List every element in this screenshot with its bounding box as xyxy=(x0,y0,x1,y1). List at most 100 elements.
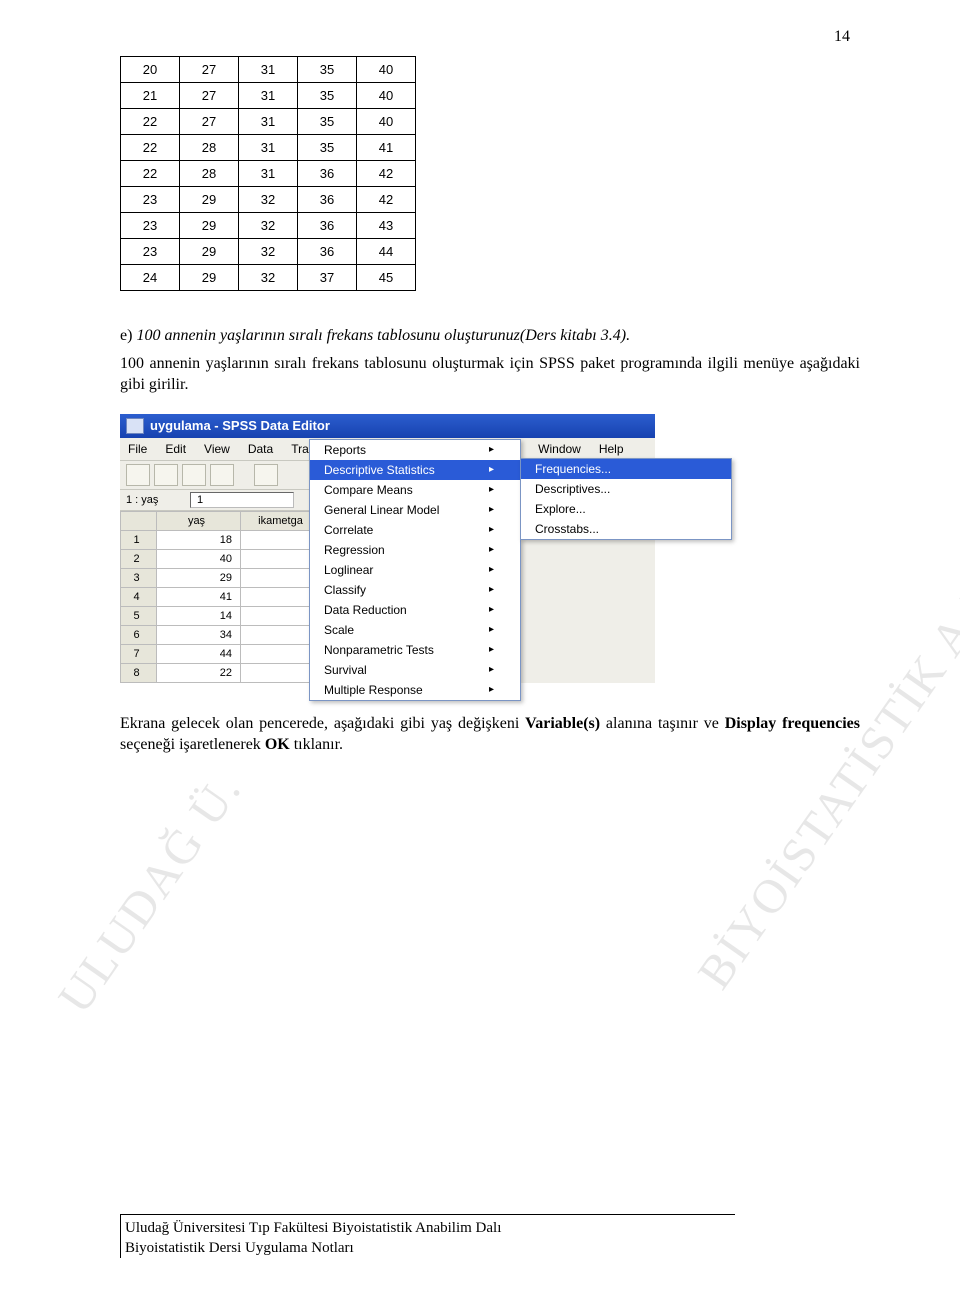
submenu-item-crosstabs[interactable]: Crosstabs... xyxy=(521,519,731,539)
data-cell: 27 xyxy=(180,57,239,83)
analyze-dropdown[interactable]: Frequencies...Descriptives...Explore...C… xyxy=(309,439,521,701)
submenu-item-explore[interactable]: Explore... xyxy=(521,499,731,519)
data-cell: 22 xyxy=(121,161,180,187)
data-cell: 32 xyxy=(239,239,298,265)
row-header[interactable]: 7 xyxy=(121,644,157,663)
data-cell: 23 xyxy=(121,187,180,213)
grid-cell[interactable]: 34 xyxy=(157,625,241,644)
data-cell: 32 xyxy=(239,265,298,291)
data-cell: 36 xyxy=(298,239,357,265)
analyze-item-reports[interactable]: Reports▸ xyxy=(310,440,520,460)
data-cell: 23 xyxy=(121,239,180,265)
data-cell: 27 xyxy=(180,83,239,109)
data-table: 2027313540212731354022273135402228313541… xyxy=(120,56,416,291)
data-cell: 32 xyxy=(239,187,298,213)
grid-cell[interactable]: 44 xyxy=(157,644,241,663)
analyze-item-nonparametric-tests[interactable]: Nonparametric Tests▸ xyxy=(310,640,520,660)
grid-cell[interactable]: 14 xyxy=(157,606,241,625)
cell-ref-label: 1 : yaş xyxy=(126,494,190,506)
row-header[interactable]: 6 xyxy=(121,625,157,644)
analyze-item-correlate[interactable]: Correlate▸ xyxy=(310,520,520,540)
grid-cell[interactable]: 40 xyxy=(157,549,241,568)
data-cell: 43 xyxy=(357,213,416,239)
submenu-arrow-icon: ▸ xyxy=(489,684,494,695)
data-cell: 40 xyxy=(357,57,416,83)
row-header[interactable]: 1 xyxy=(121,530,157,549)
analyze-item-survival[interactable]: Survival▸ xyxy=(310,660,520,680)
toolbar-btn-dialog[interactable] xyxy=(210,464,234,486)
analyze-item-descriptive-statistics[interactable]: Descriptive Statistics▸ xyxy=(310,460,520,480)
analyze-item-classify[interactable]: Classify▸ xyxy=(310,580,520,600)
submenu-arrow-icon: ▸ xyxy=(489,504,494,515)
data-cell: 45 xyxy=(357,265,416,291)
watermark-bottom: ULUDAĞ Ü. xyxy=(47,763,252,1023)
row-header[interactable]: 5 xyxy=(121,606,157,625)
paragraph-result: Ekrana gelecek olan pencerede, aşağıdaki… xyxy=(120,713,860,756)
grid-cell[interactable]: 22 xyxy=(157,663,241,682)
data-cell: 31 xyxy=(239,57,298,83)
toolbar-btn-undo[interactable] xyxy=(254,464,278,486)
watermark-top: BİYOİSTATİSTİK A.D. xyxy=(686,552,960,999)
grid-cell[interactable]: 29 xyxy=(157,568,241,587)
spss-window: uygulama - SPSS Data Editor File Edit View… xyxy=(120,414,655,683)
menu-window[interactable]: Window xyxy=(538,442,581,456)
analyze-item-multiple-response[interactable]: Multiple Response▸ xyxy=(310,680,520,700)
col-header-yas[interactable]: yaş xyxy=(157,511,241,530)
menu-data[interactable]: Data xyxy=(248,442,273,456)
data-cell: 27 xyxy=(180,109,239,135)
cell-value[interactable]: 1 xyxy=(190,492,294,508)
descriptive-submenu[interactable]: Frequencies...Descriptives...Explore...C… xyxy=(520,458,732,540)
submenu-arrow-icon: ▸ xyxy=(489,644,494,655)
submenu-item-frequencies[interactable]: Frequencies... xyxy=(521,459,731,479)
analyze-item-scale[interactable]: Scale▸ xyxy=(310,620,520,640)
data-cell: 40 xyxy=(357,109,416,135)
page-number: 14 xyxy=(834,28,850,46)
data-cell: 29 xyxy=(180,187,239,213)
data-cell: 44 xyxy=(357,239,416,265)
data-cell: 29 xyxy=(180,265,239,291)
corner-cell xyxy=(121,511,157,530)
data-cell: 40 xyxy=(357,83,416,109)
analyze-item-compare-means[interactable]: Compare Means▸ xyxy=(310,480,520,500)
data-cell: 36 xyxy=(298,161,357,187)
submenu-arrow-icon: ▸ xyxy=(489,464,494,475)
grid-cell[interactable]: 41 xyxy=(157,587,241,606)
spss-title-text: uygulama - SPSS Data Editor xyxy=(150,418,330,433)
data-cell: 29 xyxy=(180,213,239,239)
row-header[interactable]: 3 xyxy=(121,568,157,587)
row-header[interactable]: 8 xyxy=(121,663,157,682)
grid-cell[interactable]: 18 xyxy=(157,530,241,549)
row-header[interactable]: 4 xyxy=(121,587,157,606)
data-cell: 24 xyxy=(121,265,180,291)
data-cell: 36 xyxy=(298,213,357,239)
data-cell: 36 xyxy=(298,187,357,213)
analyze-item-loglinear[interactable]: Loglinear▸ xyxy=(310,560,520,580)
data-cell: 21 xyxy=(121,83,180,109)
submenu-arrow-icon: ▸ xyxy=(489,624,494,635)
submenu-arrow-icon: ▸ xyxy=(489,664,494,675)
menu-file[interactable]: File xyxy=(128,442,147,456)
analyze-item-general-linear-model[interactable]: General Linear Model▸ xyxy=(310,500,520,520)
spss-app-icon xyxy=(126,418,144,434)
analyze-item-data-reduction[interactable]: Data Reduction▸ xyxy=(310,600,520,620)
toolbar-btn-print[interactable] xyxy=(182,464,206,486)
data-cell: 42 xyxy=(357,187,416,213)
toolbar-btn-save[interactable] xyxy=(154,464,178,486)
submenu-arrow-icon: ▸ xyxy=(489,544,494,555)
submenu-arrow-icon: ▸ xyxy=(489,484,494,495)
toolbar-btn-open[interactable] xyxy=(126,464,150,486)
menu-help[interactable]: Help xyxy=(599,442,624,456)
menu-view[interactable]: View xyxy=(204,442,230,456)
data-cell: 23 xyxy=(121,213,180,239)
analyze-item-regression[interactable]: Regression▸ xyxy=(310,540,520,560)
menu-edit[interactable]: Edit xyxy=(165,442,186,456)
data-cell: 41 xyxy=(357,135,416,161)
submenu-item-descriptives[interactable]: Descriptives... xyxy=(521,479,731,499)
data-cell: 29 xyxy=(180,239,239,265)
data-cell: 31 xyxy=(239,109,298,135)
submenu-arrow-icon: ▸ xyxy=(489,604,494,615)
data-cell: 28 xyxy=(180,135,239,161)
footer-line1: Uludağ Üniversitesi Tıp Fakültesi Biyois… xyxy=(125,1219,645,1239)
data-cell: 31 xyxy=(239,135,298,161)
row-header[interactable]: 2 xyxy=(121,549,157,568)
